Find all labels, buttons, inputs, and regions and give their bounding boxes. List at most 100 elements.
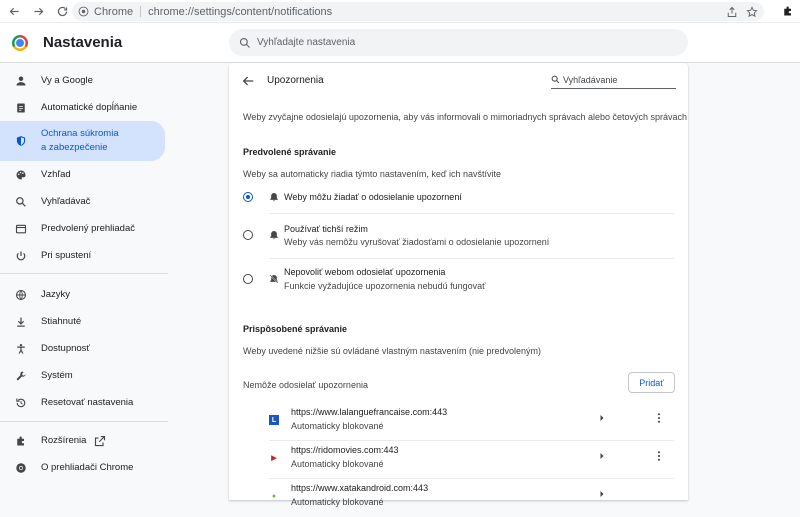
- divider: [269, 258, 674, 259]
- site-status: Automaticky blokované: [291, 497, 384, 507]
- chrome-logo-icon: [12, 35, 28, 51]
- site-url: https://www.xatakandroid.com:443: [291, 483, 429, 493]
- sidebar-item-label: Rozšírenia: [41, 434, 87, 446]
- sidebar-item-languages[interactable]: Jazyky: [0, 281, 165, 308]
- site-url: https://ridomovies.com:443: [291, 445, 399, 455]
- search-icon: [239, 37, 250, 48]
- more-vert-icon[interactable]: [653, 412, 665, 424]
- globe-icon: [15, 289, 27, 300]
- star-icon[interactable]: [746, 5, 758, 18]
- sidebar-item-appearance[interactable]: Vzhľad: [0, 161, 165, 188]
- sidebar-item-reset-settings[interactable]: Resetovať nastavenia: [0, 389, 165, 416]
- sidebar-item-you-and-google[interactable]: Vy a Google: [0, 67, 165, 94]
- extensions-puzzle-icon[interactable]: [782, 5, 794, 17]
- sidebar-item-label: Dostupnosť: [41, 342, 90, 354]
- sidebar-item-label: Vzhľad: [41, 168, 71, 180]
- sidebar-divider: [0, 273, 168, 274]
- custom-behavior-desc: Weby uvedené nižšie sú ovládané vlastným…: [243, 346, 541, 356]
- sidebar-item-label: Automatické dopĺňanie: [41, 101, 138, 113]
- wrench-icon: [16, 371, 26, 380]
- option-subtitle: Funkcie vyžadujúce upozornenia nebudú fu…: [284, 281, 486, 291]
- notifications-card: Upozornenia Weby zvyčajne odosielajú upo…: [229, 63, 688, 507]
- section-title: Upozornenia: [267, 75, 324, 86]
- search-icon: [551, 75, 560, 84]
- option-subtitle: Weby vás nemôžu vyrušovať žiadosťami o o…: [284, 237, 550, 247]
- intro-text: Weby zvyčajne odosielajú upozornenia, ab…: [243, 112, 688, 122]
- settings-header: Nastavenia: [0, 23, 800, 63]
- sidebar-item-privacy-security[interactable]: Ochrana súkromia a zabezpečenie: [0, 121, 165, 161]
- site-label: Chrome: [94, 5, 134, 18]
- forward-arrow-icon[interactable]: [28, 1, 48, 21]
- person-icon: [16, 76, 26, 85]
- url-text[interactable]: chrome://settings/content/notifications: [148, 6, 332, 18]
- sidebar-item-label: O prehliadači Chrome: [41, 461, 134, 473]
- browser-toolbar: Chrome chrome://settings/content/notific…: [0, 0, 800, 23]
- reset-icon: [16, 398, 26, 407]
- sidebar-item-system[interactable]: Systém: [0, 362, 165, 389]
- sidebar-item-label: Predvolený prehliadač: [41, 222, 136, 234]
- back-arrow-icon[interactable]: [241, 74, 255, 88]
- radio-quieter-mode[interactable]: [243, 230, 253, 240]
- sidebar-item-default-browser[interactable]: Predvolený prehliadač: [0, 215, 165, 242]
- site-row[interactable]: ▶ https://ridomovies.com:443 Automaticky…: [229, 441, 688, 479]
- option-title: Používať tichší režim: [284, 224, 368, 234]
- site-status: Automaticky blokované: [291, 459, 384, 469]
- sidebar: Vy a Google Automatické dopĺňanie Ochran…: [0, 63, 170, 500]
- radio-allow-ask[interactable]: [243, 192, 253, 202]
- site-url: https://www.lalanguefrancaise.com:443: [291, 407, 448, 417]
- divider: [140, 6, 142, 17]
- sidebar-divider: [0, 421, 168, 422]
- sidebar-item-accessibility[interactable]: Dostupnosť: [0, 335, 165, 362]
- default-behavior-heading: Predvolené správanie: [243, 147, 337, 157]
- site-row[interactable]: L https://www.lalanguefrancaise.com:443 …: [229, 403, 688, 441]
- sidebar-item-downloads[interactable]: Stiahnuté: [0, 308, 165, 335]
- sidebar-item-on-startup[interactable]: Pri spustení: [0, 242, 165, 269]
- reload-icon[interactable]: [52, 1, 72, 21]
- open-in-new-icon: [95, 435, 106, 446]
- chevron-right-icon[interactable]: [598, 452, 606, 460]
- back-arrow-icon[interactable]: [4, 1, 24, 21]
- sidebar-item-label: Vyhľadávač: [41, 195, 91, 207]
- sidebar-item-about-chrome[interactable]: O prehliadači Chrome: [0, 454, 165, 481]
- blocked-list-heading: Nemôže odosielať upozornenia: [243, 380, 368, 390]
- address-bar[interactable]: Chrome chrome://settings/content/notific…: [72, 2, 764, 21]
- sidebar-item-label: Ochrana súkromia: [41, 128, 119, 139]
- sidebar-item-extensions[interactable]: Rozšírenia: [0, 427, 165, 454]
- chrome-icon: [16, 462, 26, 473]
- sidebar-item-label-line2: a zabezpečenie: [41, 142, 108, 153]
- share-icon[interactable]: [726, 6, 738, 18]
- add-site-button[interactable]: Pridať: [628, 372, 675, 393]
- accessibility-icon: [17, 343, 25, 354]
- bell-off-icon: [269, 274, 279, 284]
- search-icon: [16, 196, 26, 207]
- sidebar-item-label: Vy a Google: [41, 74, 93, 86]
- content-search-input[interactable]: [563, 74, 671, 85]
- sidebar-item-label: Pri spustení: [41, 249, 92, 261]
- power-icon: [16, 251, 26, 260]
- site-status: Automaticky blokované: [291, 421, 384, 431]
- shield-icon: [16, 136, 26, 146]
- sidebar-item-search-engine[interactable]: Vyhľadávač: [0, 188, 165, 215]
- sidebar-item-autofill[interactable]: Automatické dopĺňanie: [0, 94, 165, 121]
- site-favicon-icon: L: [269, 415, 279, 425]
- sidebar-item-label-block: Ochrana súkromia a zabezpečenie: [41, 127, 119, 155]
- content-search[interactable]: [551, 71, 676, 89]
- settings-search[interactable]: [229, 29, 688, 56]
- custom-behavior-heading: Prispôsobené správanie: [243, 324, 348, 334]
- option-title: Weby môžu žiadať o odosielanie upozornen…: [284, 192, 462, 202]
- default-behavior-desc: Weby sa automaticky riadia týmto nastave…: [243, 169, 501, 179]
- autofill-icon: [17, 103, 25, 112]
- chrome-site-icon: [78, 6, 89, 17]
- divider: [269, 213, 674, 214]
- download-icon: [17, 317, 25, 327]
- more-vert-icon[interactable]: [653, 450, 665, 462]
- settings-search-input[interactable]: [257, 37, 657, 48]
- page-title: Nastavenia: [43, 34, 123, 51]
- bell-icon: [270, 192, 278, 202]
- site-row[interactable]: ● https://www.xatakandroid.com:443 Autom…: [229, 479, 688, 517]
- bell-icon: [270, 230, 278, 240]
- chevron-right-icon[interactable]: [598, 490, 606, 498]
- radio-block[interactable]: [243, 274, 253, 284]
- sidebar-item-label: Resetovať nastavenia: [41, 396, 134, 408]
- chevron-right-icon[interactable]: [598, 414, 606, 422]
